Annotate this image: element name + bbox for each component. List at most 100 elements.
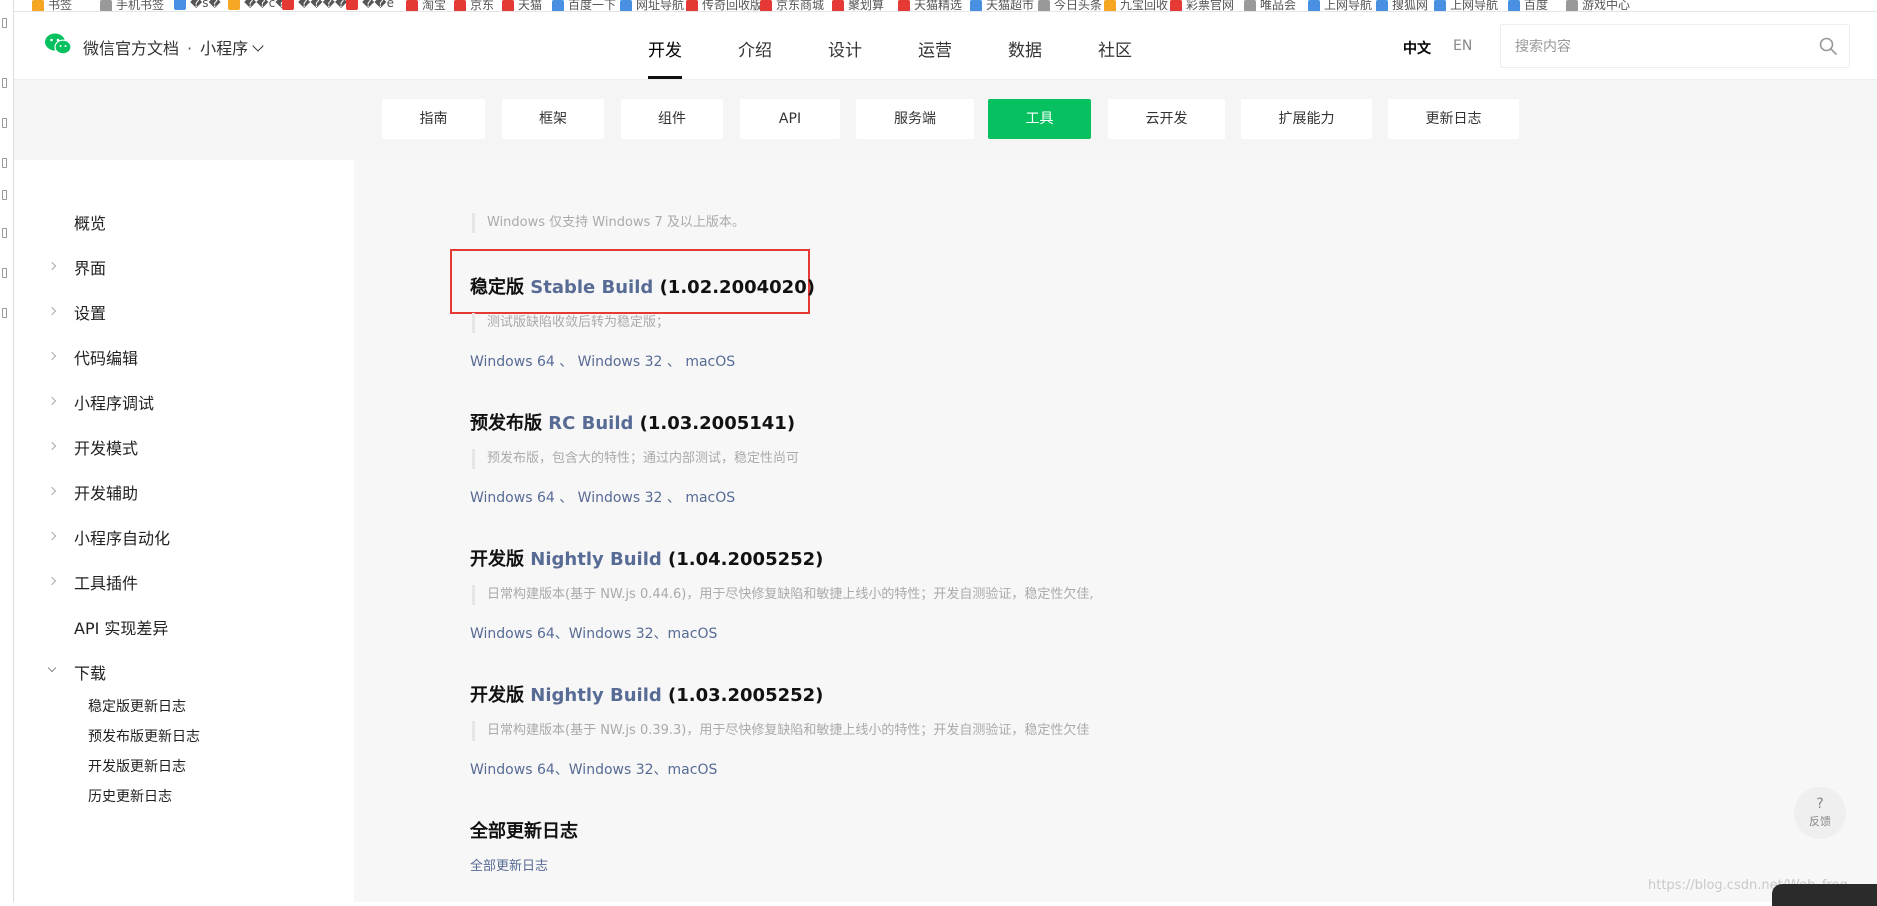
bookmark-item[interactable]: 手机书签: [100, 0, 164, 11]
bookmark-label: 京东: [470, 0, 495, 12]
bookmark-favicon-icon: [620, 0, 632, 11]
lang-en[interactable]: EN: [1453, 38, 1472, 54]
nav-intro[interactable]: 介绍: [738, 36, 772, 61]
bookmark-favicon-icon: [346, 0, 358, 10]
nav-dev[interactable]: 开发: [648, 36, 682, 61]
download-win64-link[interactable]: Windows 64: [470, 626, 555, 642]
bookmark-label: 京东商城: [776, 0, 825, 12]
bookmark-favicon-icon: [174, 0, 186, 10]
link-separator: 、: [662, 490, 686, 506]
sidebar-item-label: 开发模式: [74, 439, 139, 458]
sidebar-sub-history-log[interactable]: 历史更新日志: [88, 786, 172, 806]
bookmark-item[interactable]: 天猫精选: [898, 0, 962, 11]
build-title-rc: 预发布版 RC Build (1.03.2005141): [470, 409, 795, 435]
download-win64-link[interactable]: Windows 64: [470, 762, 555, 778]
bookmark-item[interactable]: ��e: [346, 0, 394, 10]
build-prefix: 稳定版: [470, 277, 524, 298]
nav-design[interactable]: 设计: [828, 36, 862, 61]
bookmark-label: 唯品会: [1260, 0, 1297, 12]
bookmark-favicon-icon: [1244, 0, 1256, 11]
sidebar-item-label: 设置: [74, 304, 107, 323]
bookmark-item[interactable]: 淘宝: [406, 0, 446, 11]
sidebar-item-label: 代码编辑: [74, 349, 139, 368]
wechat-logo-icon[interactable]: [44, 32, 72, 56]
bookmark-favicon-icon: [1308, 0, 1320, 11]
bookmark-label: 百度一下: [568, 0, 617, 12]
bookmark-label: 搜狐网: [1392, 0, 1429, 12]
bookmark-favicon-icon: [282, 0, 294, 10]
bookmark-item[interactable]: 彩票官网: [1170, 0, 1235, 12]
download-macos-link[interactable]: macOS: [668, 762, 718, 778]
bookmark-label: 彩票官网: [1186, 0, 1235, 12]
sidebar-item-label: 界面: [74, 259, 107, 278]
brand-title[interactable]: 微信官方文档: [83, 39, 179, 58]
bookmark-item[interactable]: 百度一下: [552, 0, 617, 12]
bookmark-item[interactable]: 九宝回收: [1104, 0, 1168, 11]
sidebar-sub-rc-log[interactable]: 预发布版更新日志: [88, 726, 200, 746]
chevron-right-icon: [47, 396, 57, 406]
chevron-right-icon: [47, 531, 57, 541]
sidebar-sub-nightly-log[interactable]: 开发版更新日志: [88, 756, 186, 776]
chevron-right-icon: [47, 306, 57, 316]
help-icon: ?: [1816, 796, 1824, 812]
search-icon[interactable]: [1819, 37, 1837, 55]
bookmark-item[interactable]: 上网导航: [1434, 0, 1498, 11]
download-win32-link[interactable]: Windows 32: [569, 626, 654, 642]
sidebar-sub-stable-log[interactable]: 稳定版更新日志: [88, 696, 186, 716]
link-separator: 、: [554, 762, 569, 778]
tab-cloud-dev[interactable]: 云开发: [1108, 99, 1225, 139]
tab-server[interactable]: 服务端: [856, 99, 974, 139]
tab-guide[interactable]: 指南: [382, 99, 485, 139]
bookmark-item[interactable]: 网址导航: [620, 0, 684, 11]
download-win32-link[interactable]: Windows 32: [578, 354, 663, 370]
download-macos-link[interactable]: macOS: [685, 490, 735, 506]
nav-data[interactable]: 数据: [1008, 36, 1042, 61]
bookmarks-bar: 书签 手机书签 �s� ��c� ���� ��e 淘宝 京东 天猫 百度一下 网址导航 传奇回收版 京…: [14, 0, 1877, 12]
chevron-down-icon: [252, 40, 264, 52]
bookmark-item[interactable]: �s�: [174, 0, 221, 10]
bookmark-item[interactable]: 今日头条: [1038, 0, 1102, 11]
search-input[interactable]: [1501, 25, 1801, 67]
bookmark-item[interactable]: 京东商城: [760, 0, 825, 12]
bookmark-item[interactable]: 百度: [1508, 0, 1548, 11]
download-win64-link[interactable]: Windows 64: [470, 490, 555, 506]
nav-community[interactable]: 社区: [1098, 36, 1132, 61]
link-separator: 、: [554, 490, 578, 506]
bookmark-favicon-icon: [1434, 0, 1446, 11]
site-header: 微信官方文档 · 小程序 开发 介绍 设计 运营 数据 社区 中文 EN: [14, 12, 1877, 80]
lang-zh[interactable]: 中文: [1403, 38, 1431, 58]
bookmark-item[interactable]: 搜狐网: [1376, 0, 1429, 12]
bookmark-favicon-icon: [898, 0, 910, 11]
all-log-link[interactable]: 全部更新日志: [470, 859, 548, 874]
download-win64-link[interactable]: Windows 64: [470, 354, 555, 370]
bookmark-favicon-icon: [760, 0, 772, 11]
tab-components[interactable]: 组件: [621, 99, 723, 139]
download-win32-link[interactable]: Windows 32: [569, 762, 654, 778]
product-switcher[interactable]: 小程序: [200, 39, 264, 58]
tab-api[interactable]: API: [740, 99, 840, 139]
bookmark-item[interactable]: 书签: [32, 0, 73, 12]
active-nav-underline: [648, 76, 682, 79]
bookmark-item[interactable]: 唯品会: [1244, 0, 1297, 12]
tab-framework[interactable]: 框架: [502, 99, 604, 139]
download-macos-link[interactable]: macOS: [668, 626, 718, 642]
bookmark-item[interactable]: 京东: [454, 0, 495, 12]
nav-operation[interactable]: 运营: [918, 36, 952, 61]
bookmark-item[interactable]: 天猫超市: [970, 0, 1034, 11]
bookmark-item[interactable]: 天猫: [502, 0, 542, 11]
bookmark-item[interactable]: ��c�: [228, 0, 288, 10]
bookmark-item[interactable]: ����: [282, 0, 347, 10]
tab-changelog[interactable]: 更新日志: [1388, 99, 1519, 139]
feedback-button[interactable]: ? 反馈: [1794, 787, 1846, 839]
sidebar-item-label: 开发辅助: [74, 484, 139, 503]
download-win32-link[interactable]: Windows 32: [578, 490, 663, 506]
bookmark-item[interactable]: 传奇回收版: [686, 0, 762, 11]
tab-extensions[interactable]: 扩展能力: [1241, 99, 1372, 139]
bookmark-item[interactable]: 游戏中心: [1566, 0, 1630, 11]
download-macos-link[interactable]: macOS: [685, 354, 735, 370]
bookmark-label: 书签: [48, 0, 73, 12]
bookmark-item[interactable]: 聚划算: [832, 0, 884, 11]
bookmark-favicon-icon: [552, 0, 564, 11]
bookmark-item[interactable]: 上网导航: [1308, 0, 1372, 11]
tab-tools[interactable]: 工具: [988, 99, 1091, 139]
